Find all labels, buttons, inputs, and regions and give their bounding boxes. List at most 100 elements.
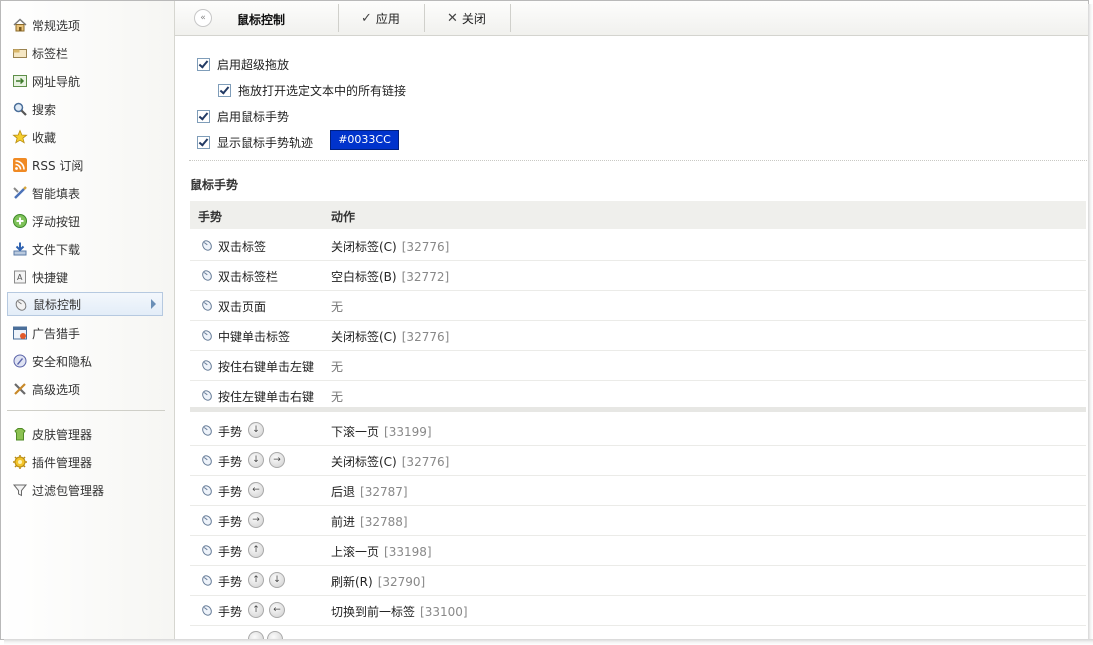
content-panel: 启用超级拖放 拖放打开选定文本中的所有链接 启用鼠标手势 显示鼠标手势轨迹 #0… [175,36,1088,639]
action-label: 关闭标签(C) [331,330,397,344]
sidebar-item-label: 过滤包管理器 [32,483,105,498]
action-label: 关闭标签(C) [331,455,397,469]
gesture-name: 手势 [218,605,243,619]
gesture-arrows: ↓ → [248,452,285,468]
gesture-action: 关闭标签(C) [32776] [331,453,449,470]
gesture-name: 手势 [218,545,243,559]
action-label: 空白标签(B) [331,270,397,284]
table-row[interactable]: 双击页面 无 [190,290,1086,321]
sidebar-item-skin-manager[interactable]: 皮肤管理器 [7,422,163,446]
table-row[interactable]: 双击标签栏 空白标签(B) [32772] [190,260,1086,291]
skin-icon [12,426,28,442]
table-row[interactable]: 手势 → 前进 [32788] [190,505,1086,536]
arrow-icon: ↑ [248,572,264,588]
gesture-name: 按住左键单击右键 [218,390,315,404]
table-row[interactable]: 手势 ↓ → 关闭标签(C) [32776] [190,445,1086,476]
arrow-icon [267,631,283,639]
sidebar-item-form-fill[interactable]: 智能填表 [7,181,163,205]
table-header: 手势 动作 [190,201,1086,229]
check-icon: ✓ [361,11,372,26]
table-row[interactable]: 手势 ↑ 上滚一页 [33198] [190,535,1086,566]
sidebar-item-label: 网址导航 [32,74,81,89]
filter-icon [12,482,28,498]
apply-button[interactable]: ✓ 应用 [361,10,400,27]
table-row[interactable]: 中键单击标签 关闭标签(C) [32776] [190,320,1086,351]
sidebar-item-search[interactable]: 搜索 [7,97,163,121]
drag-open-links-checkbox[interactable] [218,84,231,97]
command-code: [33198] [384,545,432,559]
show-trail-option[interactable]: 显示鼠标手势轨迹 [197,134,313,151]
drag-open-links-option[interactable]: 拖放打开选定文本中的所有链接 [218,82,406,99]
command-code: [32776] [401,330,450,344]
command-code: [32776] [401,240,450,254]
trail-color-picker[interactable]: #0033CC [330,130,399,150]
action-label: 刷新(R) [331,575,373,589]
mouse-gesture-checkbox[interactable] [197,110,210,123]
sidebar-item-download[interactable]: 文件下载 [7,237,163,261]
gesture-name: 中键单击标签 [218,330,291,344]
form-fill-icon [12,185,28,201]
table-row[interactable]: 按住右键单击左键 无 [190,350,1086,381]
sidebar-item-label: 常规选项 [32,18,81,33]
chevron-right-icon [151,299,156,309]
rss-icon [12,157,28,173]
sidebar-item-label: 安全和隐私 [32,354,93,369]
table-row[interactable]: 手势 ↑ ← 切换到前一标签 [33100] [190,595,1086,626]
sidebar-item-label: 浮动按钮 [32,214,81,229]
super-drag-option[interactable]: 启用超级拖放 [197,56,289,73]
gesture-arrows: ↑ ↓ [248,572,285,588]
star-icon [12,129,28,145]
super-drag-checkbox[interactable] [197,58,210,71]
gesture-action: 关闭标签(C) [32776] [331,238,449,255]
sidebar-item-shortcut[interactable]: A 快捷键 [7,265,163,289]
sidebar-item-rss[interactable]: RSS 订阅 [7,153,163,177]
mouse-icon [200,388,214,405]
sidebar-item-plugin-manager[interactable]: 插件管理器 [7,450,163,474]
ad-hunter-icon [12,325,28,341]
sidebar-item-advanced[interactable]: 高级选项 [7,377,163,401]
window-shadow [4,639,1093,645]
table-row-partial [190,631,1086,639]
sidebar-item-label: 文件下载 [32,242,81,257]
close-button[interactable]: ✕ 关闭 [447,10,486,27]
sidebar-item-floating-button[interactable]: 浮动按钮 [7,209,163,233]
sidebar-item-general[interactable]: 常规选项 [7,13,163,37]
sidebar-item-favorites[interactable]: 收藏 [7,125,163,149]
sidebar-item-ad-hunter[interactable]: 广告猎手 [7,321,163,345]
sidebar-item-url-nav[interactable]: 网址导航 [7,69,163,93]
mouse-icon [200,573,214,590]
tools-icon [12,381,28,397]
table-row[interactable]: 手势 ↑ ↓ 刷新(R) [32790] [190,565,1086,596]
mouse-icon [200,483,214,500]
show-trail-checkbox[interactable] [197,136,210,149]
super-drag-label: 启用超级拖放 [217,58,290,72]
mouse-gesture-label: 启用鼠标手势 [217,110,290,124]
collapse-sidebar-icon[interactable]: « [194,9,212,27]
tabbar-icon [12,45,28,61]
floating-button-icon [12,213,28,229]
arrow-icon: ← [269,602,285,618]
gesture-action: 空白标签(B) [32772] [331,268,449,285]
command-code: [32776] [401,455,450,469]
mouse-icon [13,296,29,312]
sidebar-item-tabbar[interactable]: 标签栏 [7,41,163,65]
action-label: 上滚一页 [331,545,380,559]
shortcut-icon: A [12,269,28,285]
show-trail-label: 显示鼠标手势轨迹 [217,136,314,150]
sidebar-item-filter-manager[interactable]: 过滤包管理器 [7,478,163,502]
mouse-icon [200,423,214,440]
table-row[interactable]: 双击标签 关闭标签(C) [32776] [190,230,1086,261]
sidebar-item-mouse-control[interactable]: 鼠标控制 [7,292,163,316]
action-label: 无 [331,360,344,374]
mouse-icon [200,513,214,530]
options-window: 常规选项 标签栏 网址导航 搜索 收藏 RSS 订阅 智能填表 浮动按钮 文件下… [0,0,1089,640]
table-row[interactable]: 手势 ↓ 下滚一页 [33199] [190,415,1086,446]
gesture-arrows: ↑ ← [248,602,285,618]
gesture-arrows: ↓ [248,422,264,438]
arrow-icon [248,631,264,639]
table-row[interactable]: 手势 ← 后退 [32787] [190,475,1086,506]
mouse-gesture-option[interactable]: 启用鼠标手势 [197,108,289,125]
column-header-action: 动作 [331,210,356,224]
gesture-action: 切换到前一标签 [33100] [331,603,468,620]
sidebar-item-security[interactable]: 安全和隐私 [7,349,163,373]
